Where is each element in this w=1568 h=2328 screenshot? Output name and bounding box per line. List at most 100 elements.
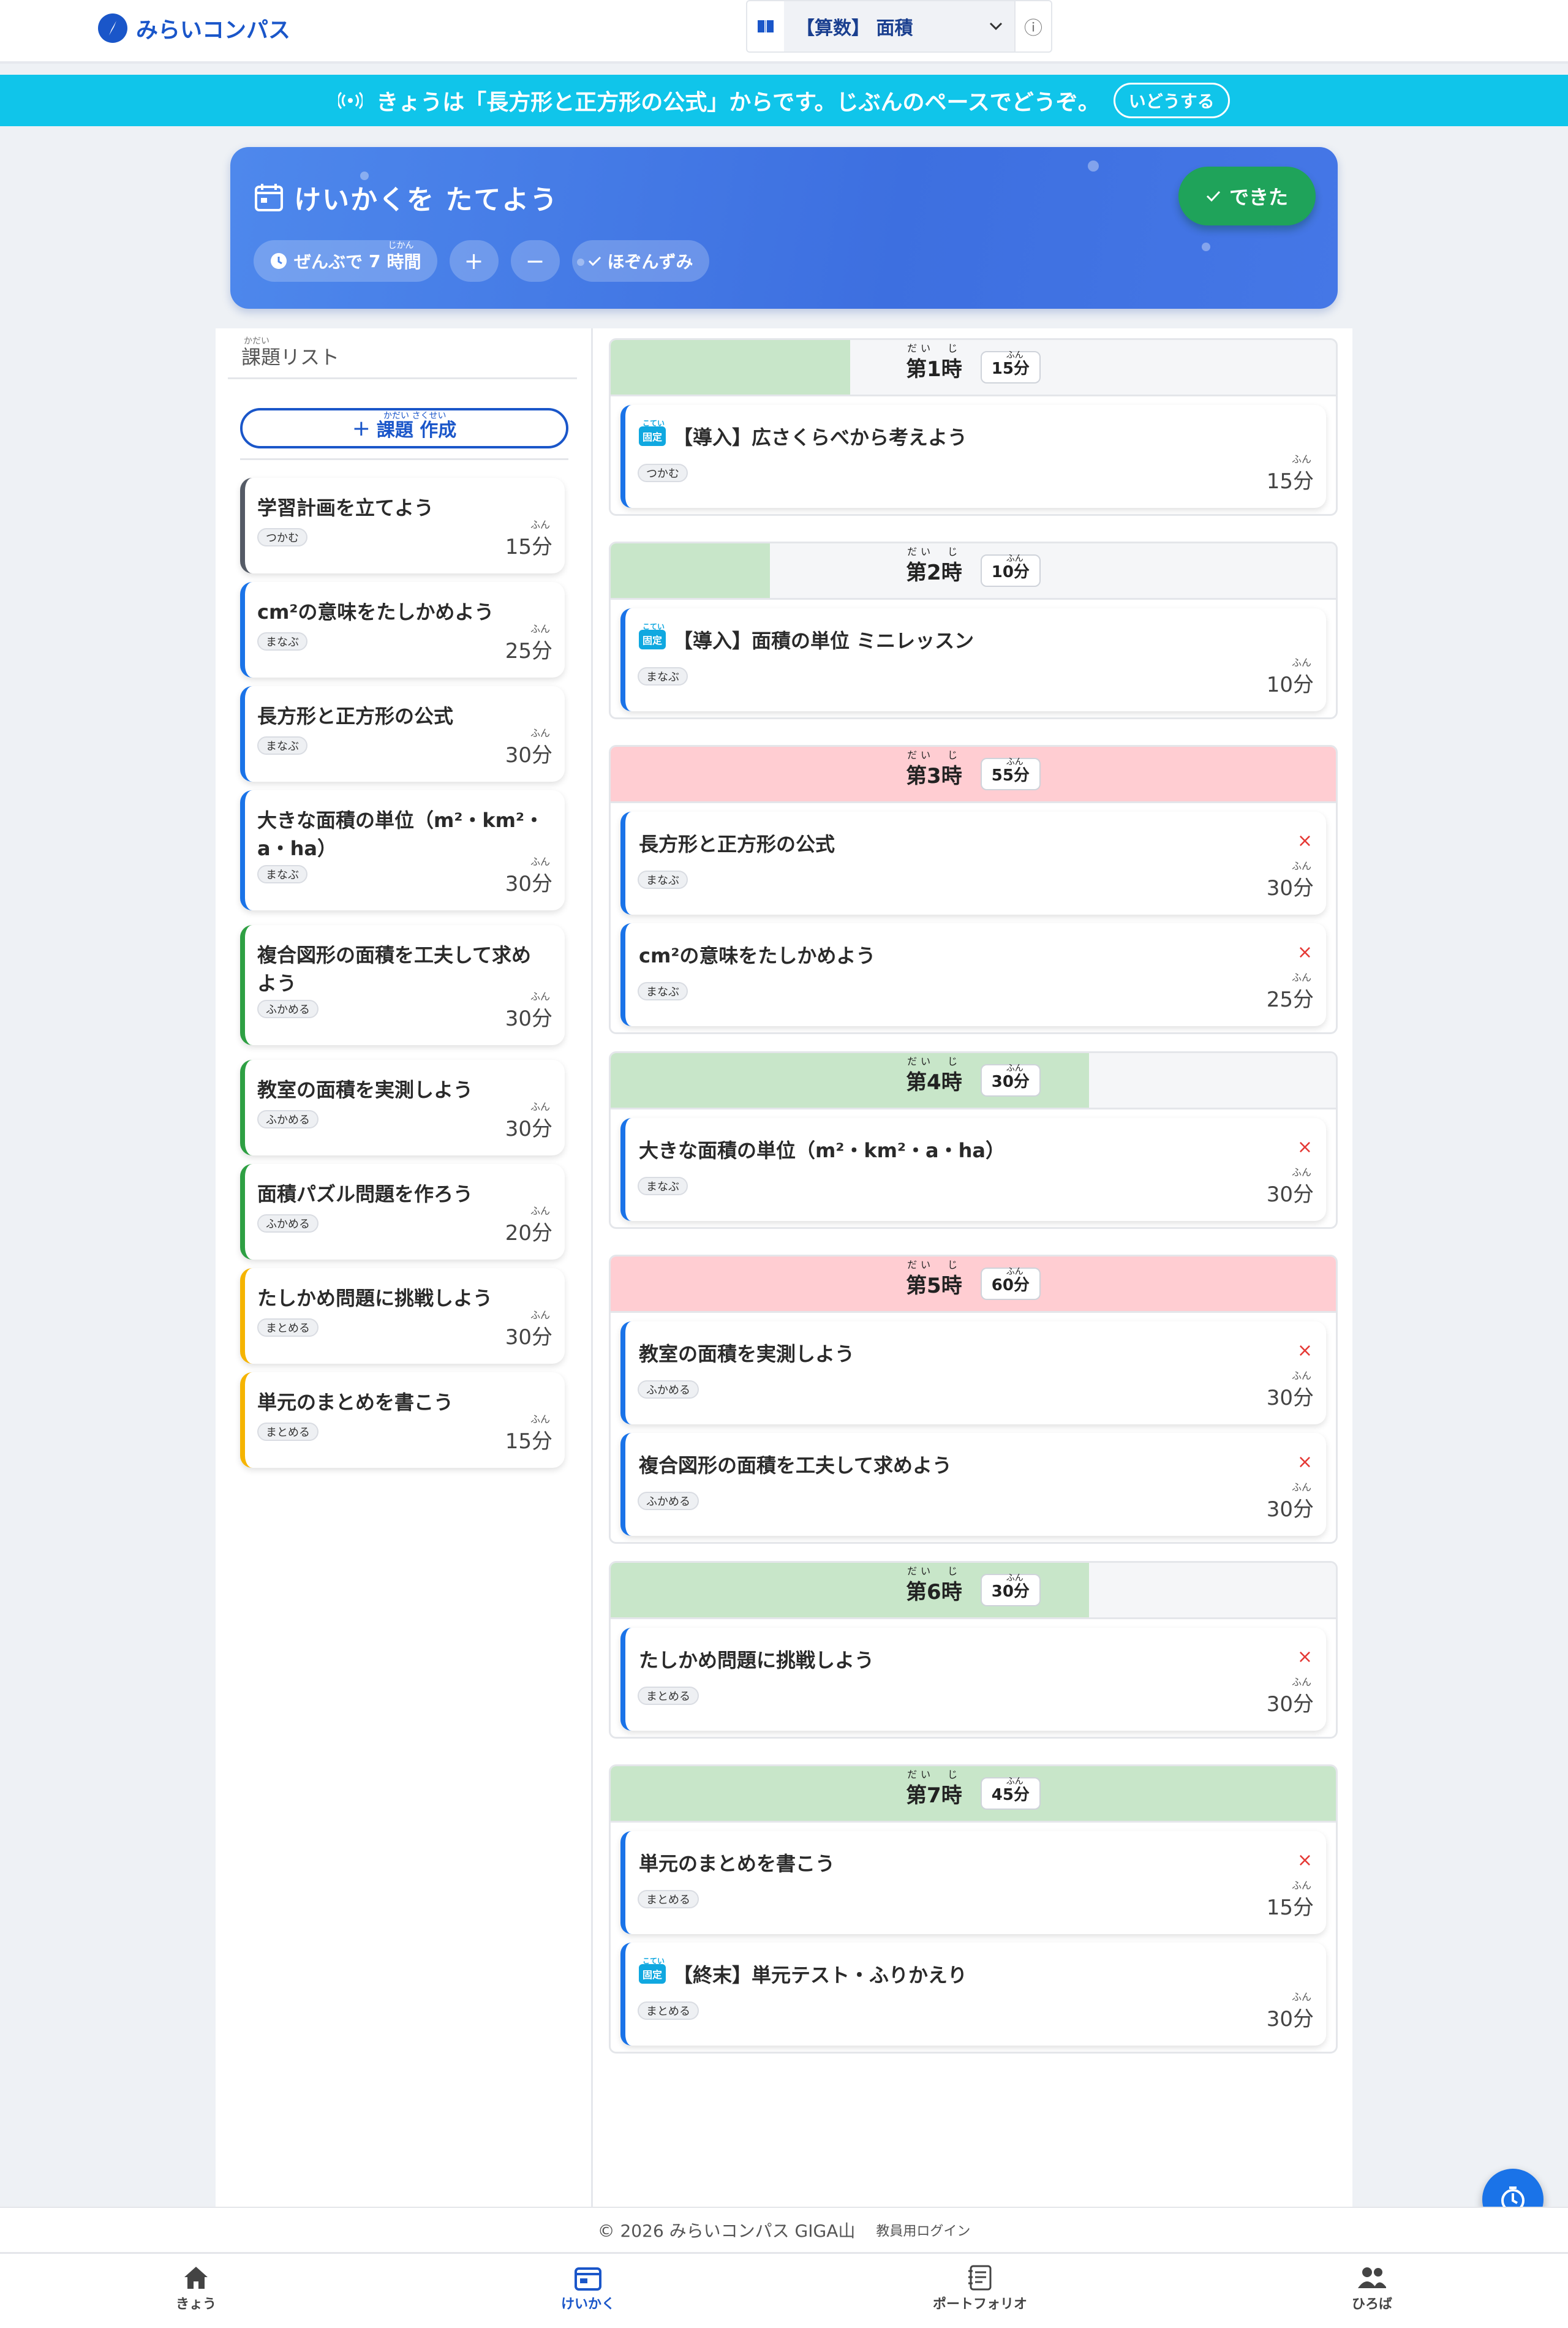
period-minutes: ふん 30分	[980, 1064, 1041, 1097]
app-name: みらいコンパス	[136, 18, 291, 43]
period-minutes: ふん 45分	[980, 1777, 1041, 1810]
nav-plan[interactable]: けいかく	[527, 2265, 649, 2313]
period-block: だい じ第5時 ふん 60分 教室の面積を実測しよう ふかめる × ふん 30分 複合図形の面積…	[609, 1255, 1338, 1544]
task-title: 面積パズル問題を作ろう	[257, 1182, 473, 1206]
period-item[interactable]: こてい 固定 【終末】単元テスト・ふりかえり まとめる ふん 30分	[620, 1943, 1326, 2046]
plus-icon: +	[352, 415, 371, 441]
period-item[interactable]: こてい 固定 【導入】面積の単位 ミニレッスン まなぶ ふん 10分	[620, 608, 1326, 711]
top-bar: みらいコンパス 【算数】 面積 ⓘ	[0, 0, 1568, 64]
nav-square[interactable]: ひろば	[1311, 2265, 1433, 2313]
copyright: © 2026 みらいコンパス GIGA山	[597, 2221, 856, 2241]
task-card[interactable]: 学習計画を立てよう つかむ ふん 15分	[240, 478, 565, 573]
task-card[interactable]: 面積パズル問題を作ろう ふかめる ふん 20分	[240, 1164, 565, 1260]
task-tag: まとめる	[257, 1423, 318, 1441]
task-card[interactable]: 単元のまとめを書こうまとめる ふん 15分	[240, 1372, 565, 1468]
task-minutes: ふん 30分	[505, 856, 552, 896]
move-button[interactable]: いどうする	[1113, 83, 1230, 118]
task-card[interactable]: 長方形と正方形の公式 まなぶ ふん 30分	[240, 686, 565, 782]
check-icon	[588, 256, 601, 266]
period-item[interactable]: たしかめ問題に挑戦しようまとめる × ふん 30分	[620, 1628, 1326, 1731]
task-list-heading: かだい 課題リスト	[241, 336, 340, 369]
task-title: 単元のまとめを書こう	[257, 1391, 454, 1414]
period-header: だい じ第1時 ふん 15分	[611, 340, 1336, 396]
period-item-tag: ふかめる	[638, 1380, 699, 1399]
info-icon[interactable]: ⓘ	[1014, 1, 1051, 51]
period-item-tag: まとめる	[638, 1687, 699, 1705]
task-tag: ふかめる	[257, 1000, 318, 1018]
task-tag: まなぶ	[257, 632, 307, 651]
done-button[interactable]: できた	[1178, 167, 1316, 225]
period-item-minutes: ふん 10分	[1266, 657, 1314, 697]
period-header: だい じ第2時 ふん 10分	[611, 543, 1336, 600]
task-card[interactable]: cm²の意味をたしかめよう まなぶ ふん 25分	[240, 582, 565, 678]
period-item-minutes: ふん 30分	[1266, 1481, 1314, 1522]
period-progress	[611, 1766, 1336, 1821]
remove-icon[interactable]: ×	[1297, 830, 1313, 852]
task-title: 学習計画を立てよう	[257, 496, 434, 520]
task-tag: まとめる	[257, 1318, 318, 1337]
create-task-button[interactable]: かだい さくせい + 課題 作成	[240, 408, 568, 448]
period-header: だい じ第6時 ふん 30分	[611, 1563, 1336, 1619]
task-minutes: ふん 30分	[505, 727, 552, 768]
unit-selector[interactable]: 【算数】 面積 ⓘ	[746, 0, 1052, 53]
period-item[interactable]: 教室の面積を実測しよう ふかめる × ふん 30分	[620, 1321, 1326, 1424]
fixed-badge: こてい 固定	[639, 622, 666, 649]
period-item-minutes: ふん 15分	[1266, 453, 1314, 494]
period-item-title: たしかめ問題に挑戦しよう	[639, 1649, 875, 1672]
banner-text: きょうは「長方形と正方形の公式」からです。じぶんのペースでどうぞ。	[376, 90, 1100, 115]
remove-hour-button[interactable]: −	[510, 240, 560, 282]
nav-today[interactable]: きょう	[135, 2265, 257, 2313]
remove-icon[interactable]: ×	[1297, 1136, 1313, 1158]
period-minutes: ふん 10分	[980, 554, 1041, 587]
period-item-title: 長方形と正方形の公式	[639, 833, 835, 856]
total-hours-chip: ぜんぶで 7 じかん 時間	[254, 240, 437, 282]
task-card[interactable]: 教室の面積を実測しよう ふかめる ふん 30分	[240, 1060, 565, 1155]
period-item-minutes: ふん 30分	[1266, 1676, 1314, 1717]
period-minutes: ふん 15分	[980, 350, 1041, 384]
task-title: cm²の意味をたしかめよう	[257, 600, 494, 624]
unit-selector-value[interactable]: 【算数】 面積	[784, 1, 978, 51]
task-tag: ふかめる	[257, 1110, 318, 1128]
period-item-minutes: ふん 25分	[1266, 972, 1314, 1012]
clock-icon	[271, 253, 287, 269]
teacher-login-link[interactable]: 教員用ログイン	[876, 2220, 970, 2240]
task-tag: まなぶ	[257, 865, 307, 883]
calendar-icon	[575, 2267, 601, 2291]
period-item-minutes: ふん 30分	[1266, 860, 1314, 901]
remove-icon[interactable]: ×	[1297, 1451, 1313, 1473]
period-item[interactable]: 長方形と正方形の公式まなぶ × ふん 30分	[620, 812, 1326, 915]
task-title: 大きな面積の単位（m²・km²・a・ha）	[257, 809, 545, 860]
task-card[interactable]: たしかめ問題に挑戦しよう まとめる ふん 30分	[240, 1268, 565, 1364]
broadcast-icon	[338, 91, 363, 110]
period-header: だい じ第5時 ふん 60分	[611, 1257, 1336, 1313]
period-item-title: こてい 固定 【導入】面積の単位 ミニレッスン	[639, 622, 974, 654]
period-item-tag: ふかめる	[638, 1492, 699, 1510]
task-tag: まなぶ	[257, 736, 307, 755]
fixed-badge: こてい 固定	[639, 419, 666, 446]
task-card[interactable]: 複合図形の面積を工夫して求めよう ふかめる ふん 30分	[240, 925, 565, 1045]
plan-title: けいかくを たてよう	[254, 178, 558, 217]
period-block: だい じ第3時 ふん 55分 長方形と正方形の公式 まなぶ × ふん 30分 cm²の意味をたし…	[609, 745, 1338, 1034]
period-item[interactable]: 複合図形の面積を工夫して求めよう ふかめる × ふん 30分	[620, 1433, 1326, 1536]
people-icon	[1358, 2267, 1386, 2288]
period-item-tag: まなぶ	[638, 871, 688, 889]
period-item[interactable]: こてい 固定 【導入】広さくらべから考えよう つかむ ふん 15分	[620, 405, 1326, 508]
remove-icon[interactable]: ×	[1297, 1340, 1313, 1361]
period-item[interactable]: 単元のまとめを書こう まとめる × ふん 15分	[620, 1831, 1326, 1934]
task-card[interactable]: 大きな面積の単位（m²・km²・a・ha） まなぶ ふん 30分	[240, 790, 565, 910]
period-item[interactable]: cm²の意味をたしかめよう まなぶ × ふん 25分	[620, 923, 1326, 1026]
nav-portfolio[interactable]: ポートフォリオ	[919, 2265, 1041, 2313]
period-item[interactable]: 大きな面積の単位（m²・km²・a・ha） まなぶ × ふん 30分	[620, 1118, 1326, 1221]
saved-status: ほぞんずみ	[571, 240, 709, 282]
remove-icon[interactable]: ×	[1297, 1646, 1313, 1668]
task-minutes: ふん 15分	[505, 519, 552, 559]
task-minutes: ふん 15分	[505, 1413, 552, 1454]
period-label: だい じ第7時	[906, 1769, 962, 1808]
task-tag: ふかめる	[257, 1214, 318, 1233]
app-logo[interactable]: みらいコンパス	[98, 11, 290, 45]
period-progress	[611, 340, 850, 395]
chevron-down-icon[interactable]	[978, 1, 1014, 51]
add-hour-button[interactable]: +	[449, 240, 499, 282]
remove-icon[interactable]: ×	[1297, 942, 1313, 963]
remove-icon[interactable]: ×	[1297, 1850, 1313, 1871]
